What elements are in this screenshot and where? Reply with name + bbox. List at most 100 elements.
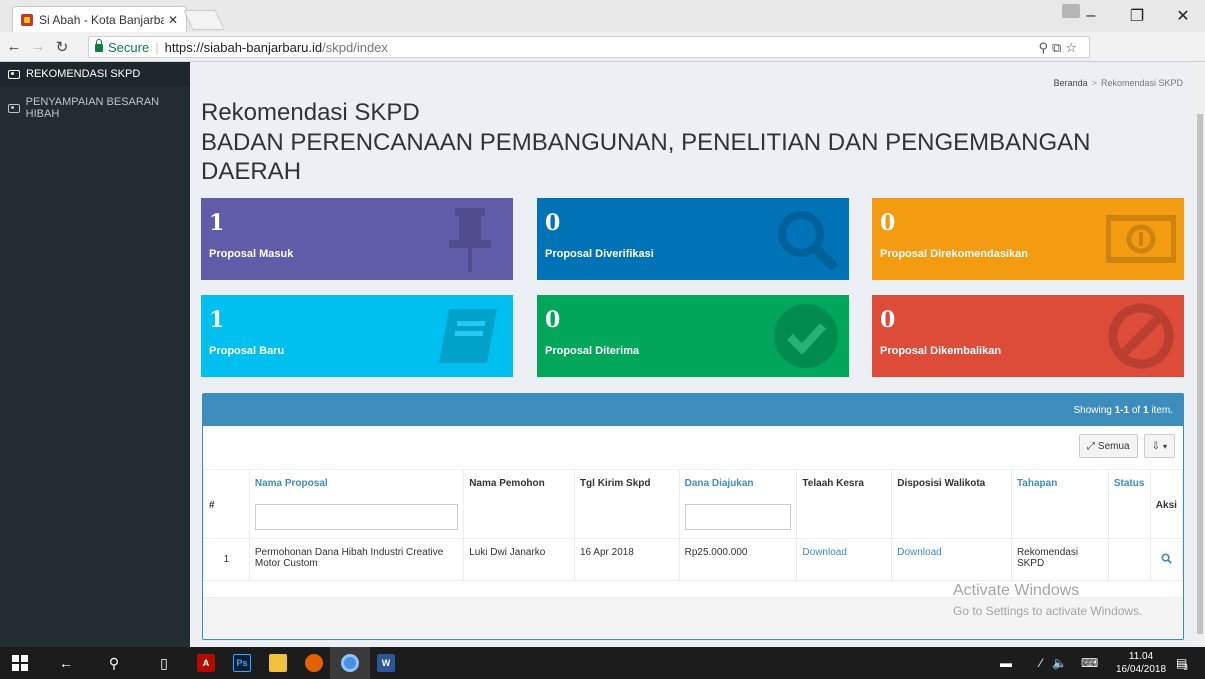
windows-start-icon[interactable] [0, 647, 40, 679]
file-explorer-icon[interactable] [258, 647, 298, 679]
omnibox-separator: | [155, 39, 159, 55]
search-icon[interactable]: ⚲ [94, 647, 134, 679]
network-icon[interactable]: ▬ [1000, 656, 1012, 670]
stat-label: Proposal Dikembalikan [880, 345, 1002, 357]
task-view-icon[interactable]: ▯ [144, 647, 184, 679]
summary-prefix: Showing [1073, 405, 1112, 416]
browser-tab[interactable]: Si Abah - Kota Banjarbar ✕ [12, 6, 187, 32]
cell-nama-proposal: Permohonan Dana Hibah Industri Creative … [248, 538, 465, 581]
cell-tahapan: Rekomendasi SKPD [1010, 538, 1109, 581]
column-header-tahapan[interactable]: Tahapan [1010, 469, 1109, 539]
stat-box-proposal-baru[interactable]: 1 Proposal Baru [201, 295, 513, 377]
disposisi-download-link[interactable]: Download [891, 538, 1012, 581]
show-all-button[interactable]: ⤢ Semua [1078, 434, 1138, 458]
stat-value: 1 [209, 210, 225, 236]
taskbar-clock[interactable]: 11.04 16/04/2018 [1116, 650, 1166, 676]
word-app-icon[interactable]: W [366, 647, 406, 679]
expand-icon: ⤢ [1086, 440, 1095, 452]
column-header-nama-proposal[interactable]: Nama Proposal [248, 469, 465, 539]
check-circle-icon [774, 304, 838, 368]
stat-value: 0 [880, 210, 896, 236]
tab-title: Si Abah - Kota Banjarbar [39, 12, 164, 27]
stat-label: Proposal Baru [209, 345, 285, 357]
summary-total: 1 [1142, 405, 1149, 416]
proposal-table: # Nama Proposal Nama Pemohon Tgl Kirim S… [203, 469, 1184, 581]
breadcrumb-home[interactable]: Beranda [1054, 78, 1088, 88]
pushpin-icon [449, 208, 491, 272]
filter-nama-proposal-input[interactable] [254, 504, 459, 530]
translate-icon[interactable]: ⧉ [1052, 40, 1065, 55]
money-icon [1106, 215, 1176, 263]
column-label[interactable]: Nama Proposal [255, 478, 328, 489]
sidebar-item-rekomendasi-skpd[interactable]: REKOMENDASI SKPD [0, 62, 190, 86]
minimize-icon[interactable]: – [1068, 7, 1114, 25]
bookmark-star-icon[interactable]: ☆ [1065, 40, 1081, 55]
column-header-telaah-kesra: Telaah Kesra [796, 469, 893, 539]
page-title: Rekomendasi SKPD [201, 99, 420, 126]
address-bar[interactable]: Secure | https://siabah-banjarbaru.id/sk… [88, 36, 1090, 58]
volume-icon[interactable]: 🔈 [1052, 656, 1067, 670]
restore-icon[interactable]: ❐ [1114, 6, 1160, 26]
stat-value: 0 [545, 307, 561, 333]
action-center-icon[interactable]: ▤ 3 [1176, 647, 1188, 679]
grid-toolbar: ⤢ Semua ⇩ ▾ [1078, 434, 1175, 458]
column-header-dana-diajukan[interactable]: Dana Diajukan [678, 469, 798, 539]
column-header-status[interactable]: Status [1107, 469, 1151, 539]
cell-dana-diajukan: Rp25.000.000 [678, 538, 798, 581]
stat-box-proposal-masuk[interactable]: 1 Proposal Masuk [201, 198, 513, 280]
column-label[interactable]: Dana Diajukan [685, 478, 754, 489]
browser-tabstrip: Si Abah - Kota Banjarbar ✕ – ❐ ✕ [0, 0, 1205, 32]
back-arrow-icon[interactable]: ← [46, 647, 86, 679]
stat-value: 0 [545, 210, 561, 236]
page-scrollbar[interactable] [1195, 62, 1205, 647]
show-all-label: Semua [1097, 440, 1130, 452]
table-header-row: # Nama Proposal Nama Pemohon Tgl Kirim S… [203, 469, 1184, 539]
sidebar: REKOMENDASI SKPD PENYAMPAIAN BESARAN HIB… [0, 62, 190, 647]
keyboard-icon[interactable]: ⌨ [1081, 656, 1098, 670]
view-action-button[interactable] [1149, 538, 1184, 581]
telaah-kesra-download-link[interactable]: Download [796, 538, 893, 581]
tray-chevron-icon[interactable]: ⁄ [1040, 656, 1042, 670]
column-header-aksi: Aksi [1149, 469, 1184, 539]
stat-label: Proposal Masuk [209, 248, 294, 260]
word-badge: W [377, 654, 395, 672]
column-header-tgl-kirim: Tgl Kirim Skpd [573, 469, 680, 539]
back-icon[interactable]: ← [4, 38, 24, 55]
book-icon [439, 309, 497, 363]
export-icon: ⇩ [1151, 440, 1160, 452]
activate-windows-watermark: Activate Windows Go to Settings to activ… [953, 582, 1142, 618]
reload-icon[interactable]: ↻ [52, 38, 72, 56]
chrome-app-icon[interactable] [330, 647, 370, 679]
stat-box-proposal-dikembalikan[interactable]: 0 Proposal Dikembalikan [872, 295, 1184, 377]
stat-value: 1 [209, 307, 225, 333]
filter-dana-diajukan-input[interactable] [684, 504, 792, 530]
search-icon [778, 211, 839, 272]
sidebar-item-penyampaian-besaran-hibah[interactable]: PENYAMPAIAN BESARAN HIBAH [0, 96, 190, 120]
chrome-badge [341, 654, 359, 672]
site-favicon-icon [21, 13, 33, 26]
photoshop-app-icon[interactable]: Ps [222, 647, 262, 679]
stat-box-proposal-diterima[interactable]: 0 Proposal Diterima [537, 295, 849, 377]
watermark-subtitle: Go to Settings to activate Windows. [953, 604, 1143, 618]
cell-nama-pemohon: Luki Dwi Janarko [463, 538, 575, 581]
clock-date: 16/04/2018 [1116, 664, 1167, 675]
url-host: https://siabah-banjarbaru.id [164, 39, 323, 55]
close-window-icon[interactable]: ✕ [1160, 6, 1205, 26]
caret-down-icon: ▾ [1162, 441, 1167, 451]
zoom-icon[interactable]: ⚲ [1039, 40, 1053, 55]
scrollbar-thumb[interactable] [1197, 114, 1203, 634]
export-button[interactable]: ⇩ ▾ [1143, 434, 1175, 458]
stat-box-proposal-direkomendasikan[interactable]: 0 Proposal Direkomendasikan [872, 198, 1184, 280]
url-path: /skpd/index [322, 39, 388, 55]
firefox-app-icon[interactable] [294, 647, 334, 679]
stat-box-proposal-diverifikasi[interactable]: 0 Proposal Diverifikasi [537, 198, 849, 280]
lock-icon [95, 39, 103, 52]
summary-suffix: item. [1151, 405, 1173, 416]
search-icon [1161, 552, 1172, 564]
stat-label: Proposal Diverifikasi [545, 248, 654, 260]
acrobat-app-icon[interactable]: A [186, 647, 226, 679]
tab-close-icon[interactable]: ✕ [168, 13, 178, 27]
new-tab-button[interactable] [183, 10, 225, 30]
column-header-nama-pemohon: Nama Pemohon [463, 469, 575, 539]
forward-icon[interactable]: → [28, 38, 48, 55]
